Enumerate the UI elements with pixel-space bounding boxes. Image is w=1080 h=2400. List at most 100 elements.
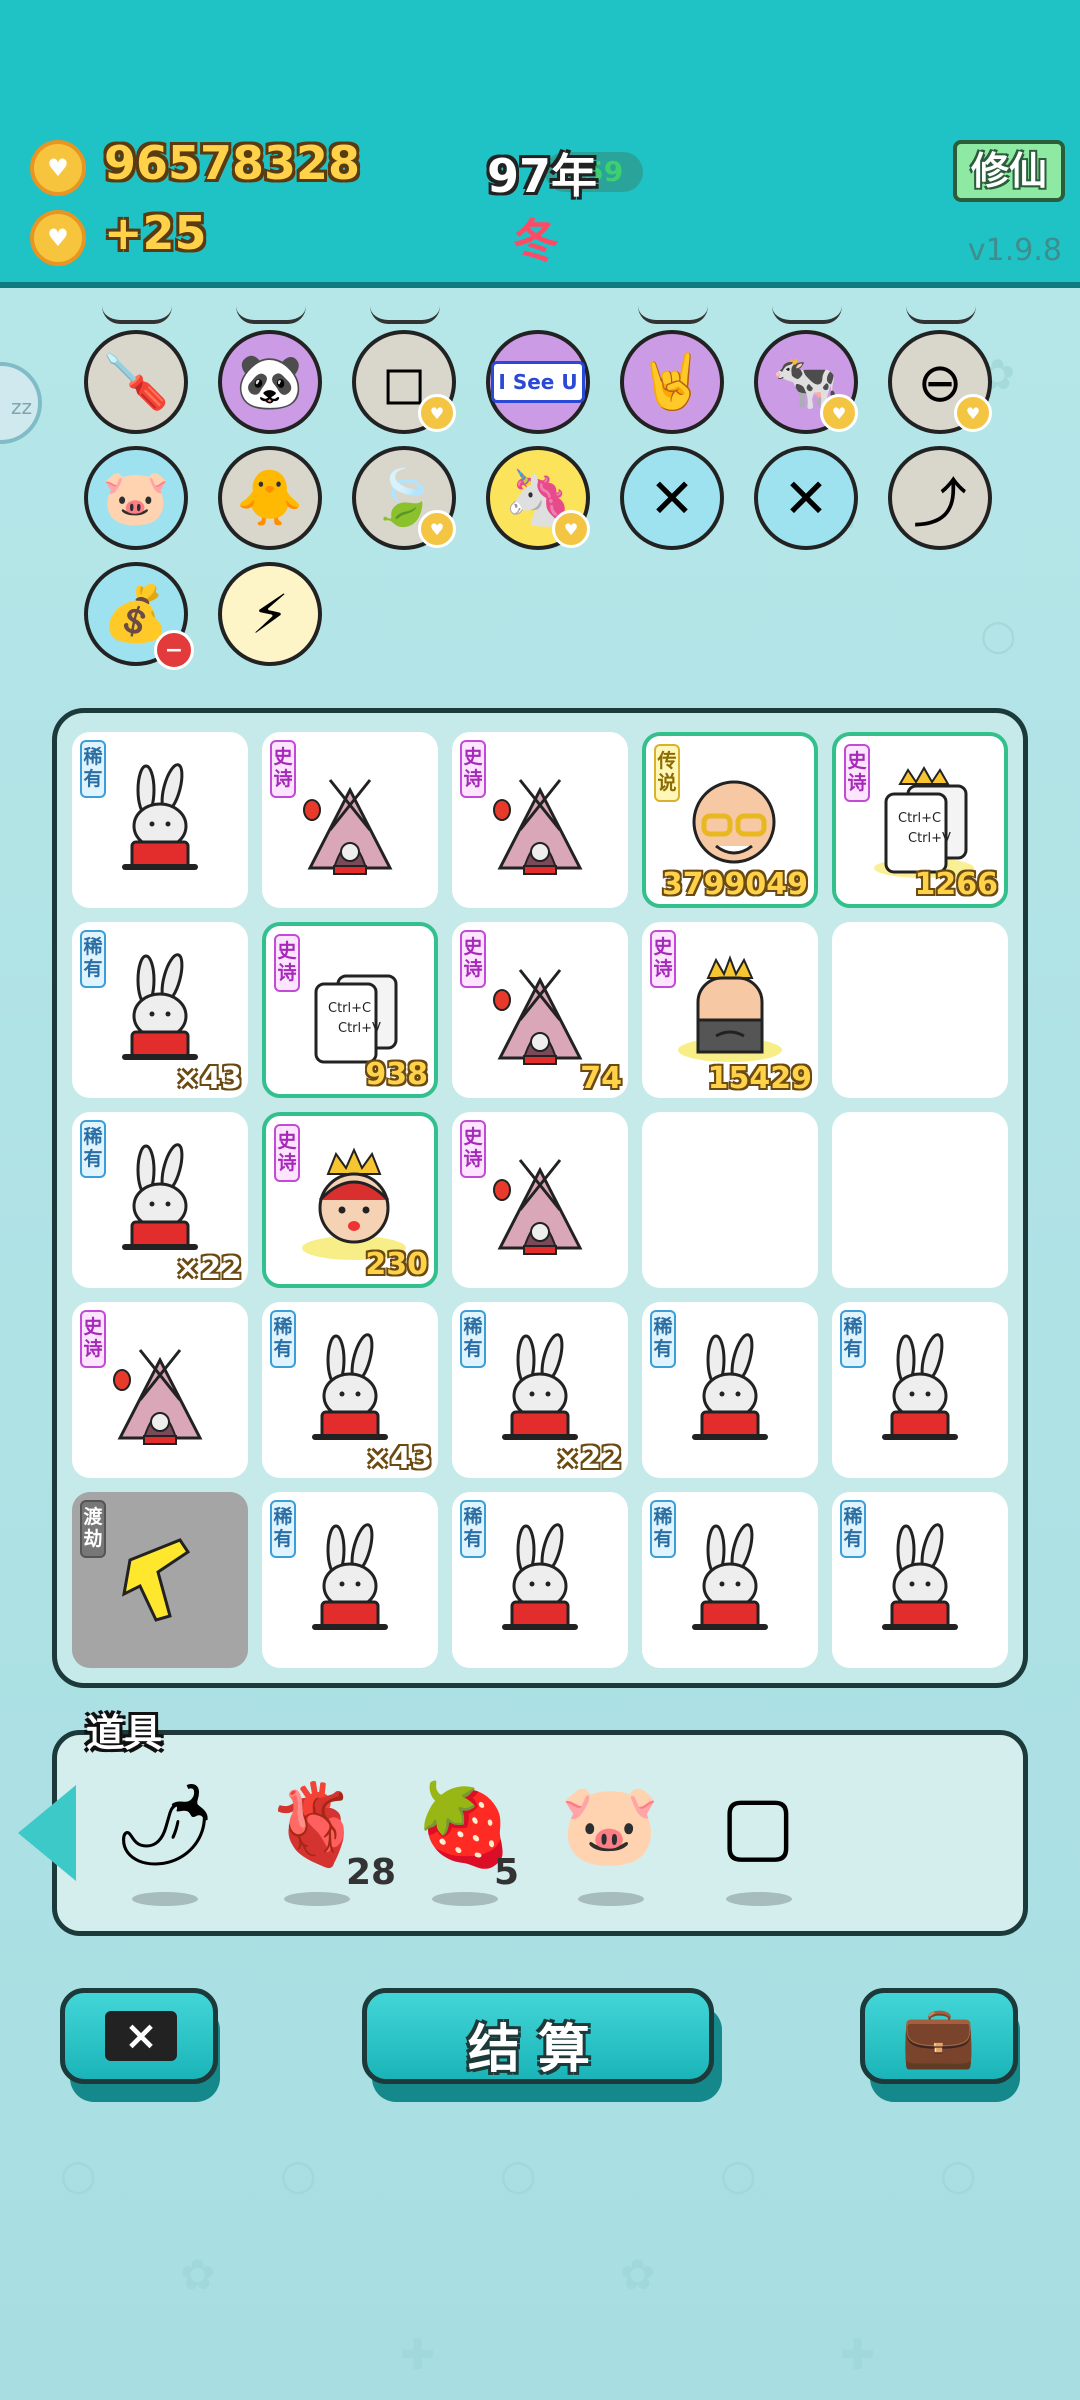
relic-partial: [236, 306, 306, 324]
relic-money-bag[interactable]: 💰 −: [84, 562, 194, 670]
empty-slot[interactable]: [642, 1112, 818, 1288]
props-left-arrow-icon[interactable]: [18, 1785, 76, 1881]
item-count: 1266: [914, 867, 999, 902]
grid-cell-rabbit[interactable]: 稀有: [452, 1492, 628, 1668]
chick-egg-icon: 🐥: [236, 466, 304, 529]
empty-slot[interactable]: [832, 922, 1008, 1098]
heart-badge-icon: ♥: [954, 394, 992, 432]
income-coin-icon: ♥: [30, 210, 86, 266]
panda-icon: 🐼: [236, 350, 304, 413]
close-button[interactable]: ×: [60, 1988, 218, 2084]
grid-cell-pointing-hand[interactable]: 渡劫: [72, 1492, 248, 1668]
relic-partial: [772, 306, 842, 324]
i-see-u-label: I See U: [491, 361, 585, 403]
bg-cross-icon: ✚: [840, 2330, 876, 2379]
relic-sugar-cubes[interactable]: ◻ ♥: [352, 330, 456, 434]
king-icon: [678, 955, 782, 1062]
prop-shadow: [432, 1892, 498, 1906]
settle-label: 结算: [467, 2020, 608, 2080]
heart-badge-icon: ♥: [418, 510, 456, 548]
item-count: ×22: [175, 1251, 242, 1286]
grid-cell-rabbit[interactable]: 稀有 ×43: [262, 1302, 438, 1478]
grid-cell-ctrl[interactable]: 史诗 Ctrl+C Ctrl+V 938: [262, 922, 438, 1098]
grid-cell-rabbit[interactable]: 稀有: [642, 1302, 818, 1478]
rabbit-icon: [312, 1523, 388, 1630]
relic-no-entry[interactable]: ⊖ ♥: [888, 330, 992, 434]
prop-chili-pepper[interactable]: 🌶: [114, 1770, 216, 1880]
gold-coin-icon: ♥: [30, 140, 86, 196]
grid-cell-rabbit[interactable]: 稀有 ×22: [452, 1302, 628, 1478]
relic-arrow-card[interactable]: ⤴: [888, 446, 992, 550]
grid-cell-rabbit[interactable]: 稀有: [72, 732, 248, 908]
rabbit-icon: [312, 1333, 388, 1440]
grid-cell-rabbit[interactable]: 稀有: [832, 1302, 1008, 1478]
bald-man-icon: [692, 780, 776, 864]
bg-cross-icon: ✚: [400, 2330, 436, 2379]
ctrl-crown-icon: Ctrl+C Ctrl+V: [874, 765, 974, 878]
grid-cell-ctrl-crown[interactable]: 史诗 Ctrl+C Ctrl+V 1266: [832, 732, 1008, 908]
piggy-bank-icon: 🐷: [560, 1778, 660, 1871]
svg-text:Ctrl+V: Ctrl+V: [908, 831, 951, 846]
grid-cell-bald-man[interactable]: 传说 3799049: [642, 732, 818, 908]
grid-cell-king[interactable]: 史诗 15429: [642, 922, 818, 1098]
prop-blank-frame[interactable]: ▢: [708, 1770, 808, 1880]
cultivate-button[interactable]: 修仙: [953, 140, 1065, 202]
prop-shadow: [726, 1892, 792, 1906]
prop-piggy-bank[interactable]: 🐷: [560, 1770, 660, 1880]
rock-hand-icon: 🤘: [638, 350, 706, 413]
grid-cell-tent[interactable]: 史诗: [262, 732, 438, 908]
bg-ring-icon: ○: [940, 2150, 977, 2199]
relic-crossed-sticks-2[interactable]: ✕: [754, 446, 858, 550]
relic-i-see-u[interactable]: I See U: [486, 330, 590, 434]
grid-cell-tent[interactable]: 史诗 74: [452, 922, 628, 1098]
grid-cell-rabbit[interactable]: 稀有 ×43: [72, 922, 248, 1098]
rabbit-icon: [502, 1333, 578, 1440]
svg-text:Ctrl+V: Ctrl+V: [338, 1021, 381, 1036]
relic-partial: [370, 306, 440, 324]
item-count: 3799049: [661, 867, 808, 902]
relic-lightning[interactable]: ⚡: [218, 562, 322, 666]
grid-cell-tent[interactable]: 史诗: [72, 1302, 248, 1478]
piggy-bank-icon: 🐷: [102, 466, 170, 529]
bg-ring-icon: ○: [500, 2150, 537, 2199]
tent-icon: [303, 779, 393, 875]
grid-cell-rabbit[interactable]: 稀有: [642, 1492, 818, 1668]
rabbit-icon: [692, 1333, 768, 1440]
year-label: 97年: [487, 149, 598, 203]
grid-cell-rabbit[interactable]: 稀有 ×22: [72, 1112, 248, 1288]
pointing-hand-icon: [122, 1538, 191, 1622]
empty-slot[interactable]: [832, 1112, 1008, 1288]
grid-cell-tent[interactable]: 史诗: [452, 1112, 628, 1288]
arrow-card-icon: ⤴: [913, 471, 967, 535]
relic-panda[interactable]: 🐼: [218, 330, 322, 434]
grid-cell-rabbit[interactable]: 稀有: [262, 1492, 438, 1668]
remove-badge-icon[interactable]: −: [154, 630, 194, 670]
inventory-button[interactable]: 💼: [860, 1988, 1018, 2084]
blank-frame-icon: ▢: [720, 1778, 796, 1871]
relic-unicorn[interactable]: 🦄 ♥: [486, 446, 590, 550]
close-x-icon: ×: [105, 2011, 177, 2061]
bg-ring-icon: ○: [60, 2150, 97, 2199]
relic-piggy-bank[interactable]: 🐷: [84, 446, 188, 550]
relic-rock-hand[interactable]: 🤘: [620, 330, 724, 434]
grid-cell-rabbit[interactable]: 稀有: [832, 1492, 1008, 1668]
relic-cow-pair[interactable]: 🐄 ♥: [754, 330, 858, 434]
relic-leaf[interactable]: 🍃 ♥: [352, 446, 456, 550]
relic-screwdriver[interactable]: 🪛: [84, 330, 188, 434]
gold-income: +25: [104, 206, 207, 260]
item-count: ×22: [555, 1441, 622, 1476]
settle-button[interactable]: 结算: [362, 1988, 714, 2084]
bg-ring-icon: ○: [720, 2150, 757, 2199]
relic-crossed-sticks-1[interactable]: ✕: [620, 446, 724, 550]
grid-cell-boy-king[interactable]: 史诗 230: [262, 1112, 438, 1288]
prop-shadow: [132, 1892, 198, 1906]
version-label: v1.9.8: [967, 233, 1062, 268]
props-title: 道具: [86, 1711, 163, 1755]
crossed-sticks-1-icon: ✕: [649, 466, 695, 530]
prop-shadow: [284, 1892, 350, 1906]
heart-badge-icon: ♥: [552, 510, 590, 548]
item-count: 15429: [707, 1061, 812, 1096]
grid-cell-tent[interactable]: 史诗: [452, 732, 628, 908]
relic-chick-egg[interactable]: 🐥: [218, 446, 322, 550]
rabbit-icon: [122, 1143, 198, 1250]
